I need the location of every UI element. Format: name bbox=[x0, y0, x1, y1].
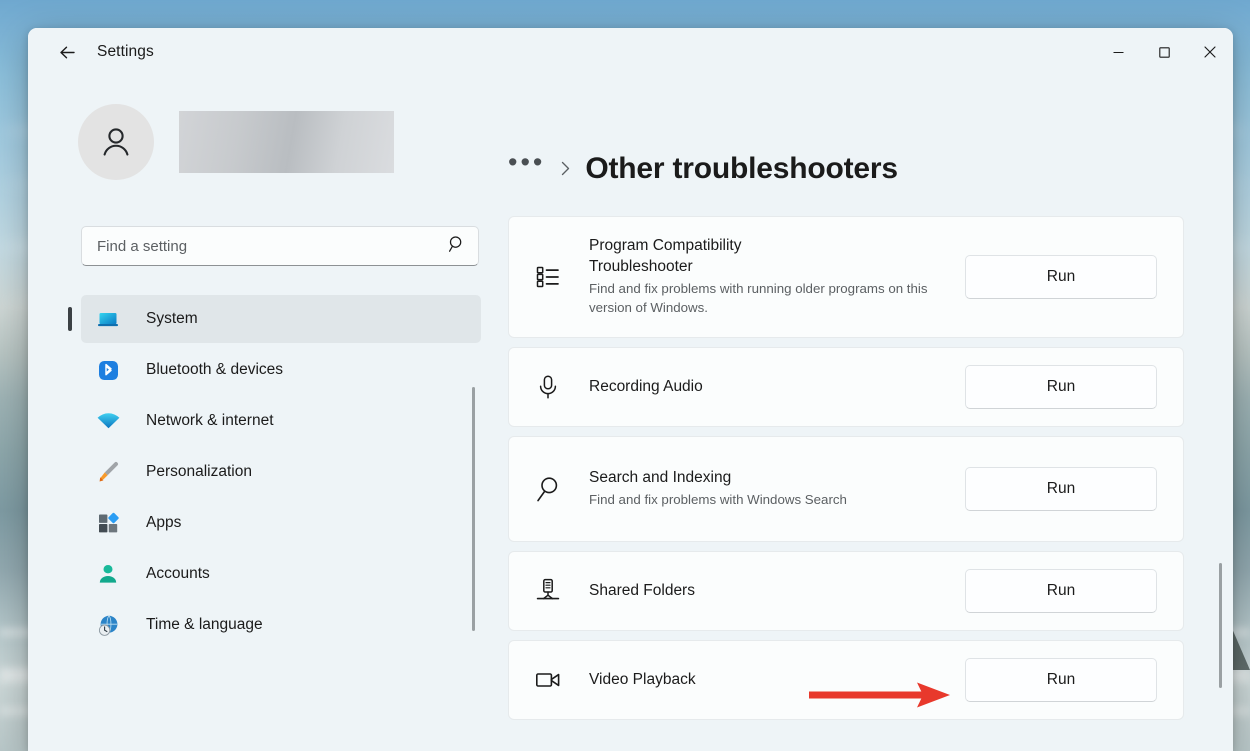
breadcrumb: ••• Other troubleshooters bbox=[508, 149, 1233, 188]
troubleshooter-title: Search and Indexing bbox=[589, 468, 849, 488]
main-scrollbar[interactable] bbox=[1219, 563, 1223, 688]
troubleshooter-text: Video Playback bbox=[589, 670, 965, 690]
system-laptop-icon bbox=[95, 306, 121, 332]
main-content: ••• Other troubleshooters bbox=[508, 76, 1233, 751]
magnifier-icon bbox=[531, 472, 565, 506]
sidebar-item-label: Personalization bbox=[146, 463, 252, 481]
chevron-right-icon bbox=[559, 160, 572, 177]
sidebar-item-accounts[interactable]: Accounts bbox=[81, 550, 481, 598]
accounts-person-icon bbox=[95, 561, 121, 587]
settings-window: Settings bbox=[28, 28, 1233, 751]
window-body: System Bluetooth & devices bbox=[28, 76, 1233, 751]
troubleshooter-text: Recording Audio bbox=[589, 377, 965, 397]
troubleshooter-title: Shared Folders bbox=[589, 581, 849, 601]
sidebar-item-label: Bluetooth & devices bbox=[146, 361, 283, 379]
paintbrush-icon bbox=[95, 459, 121, 485]
close-icon[interactable] bbox=[1187, 28, 1233, 76]
person-avatar-icon bbox=[78, 104, 154, 180]
clock-globe-icon bbox=[95, 612, 121, 638]
title-bar: Settings bbox=[28, 28, 1233, 76]
microphone-icon bbox=[531, 370, 565, 404]
sidebar: System Bluetooth & devices bbox=[28, 76, 508, 751]
troubleshooter-description: Find and fix problems with running older… bbox=[589, 280, 929, 318]
user-profile[interactable] bbox=[78, 104, 508, 180]
maximize-icon[interactable] bbox=[1141, 28, 1187, 76]
sidebar-scrollbar[interactable] bbox=[472, 387, 475, 631]
run-button[interactable]: Run bbox=[965, 365, 1157, 409]
sidebar-item-apps[interactable]: Apps bbox=[81, 499, 481, 547]
checklist-icon bbox=[531, 260, 565, 294]
troubleshooter-text: Program Compatibility Troubleshooter Fin… bbox=[589, 236, 965, 318]
sidebar-navigation: System Bluetooth & devices bbox=[81, 295, 481, 649]
sidebar-item-label: System bbox=[146, 310, 198, 328]
sidebar-item-network-internet[interactable]: Network & internet bbox=[81, 397, 481, 445]
shared-folders-server-icon bbox=[531, 574, 565, 608]
breadcrumb-overflow-button[interactable]: ••• bbox=[508, 149, 545, 188]
sidebar-item-bluetooth-devices[interactable]: Bluetooth & devices bbox=[81, 346, 481, 394]
wifi-icon bbox=[95, 408, 121, 434]
troubleshooter-description: Find and fix problems with Windows Searc… bbox=[589, 491, 929, 510]
profile-name-redacted bbox=[179, 111, 394, 173]
troubleshooter-row: Shared Folders Run bbox=[508, 551, 1184, 631]
troubleshooter-text: Search and Indexing Find and fix problem… bbox=[589, 468, 965, 510]
troubleshooter-text: Shared Folders bbox=[589, 581, 965, 601]
apps-icon bbox=[95, 510, 121, 536]
sidebar-item-label: Accounts bbox=[146, 565, 210, 583]
search-icon[interactable] bbox=[448, 235, 466, 258]
troubleshooter-row: Recording Audio Run bbox=[508, 347, 1184, 427]
search-box[interactable] bbox=[81, 226, 479, 266]
troubleshooter-title: Recording Audio bbox=[589, 377, 849, 397]
sidebar-item-label: Network & internet bbox=[146, 412, 274, 430]
run-button[interactable]: Run bbox=[965, 467, 1157, 511]
run-button[interactable]: Run bbox=[965, 255, 1157, 299]
troubleshooter-list: Program Compatibility Troubleshooter Fin… bbox=[508, 216, 1184, 720]
troubleshooter-title: Program Compatibility Troubleshooter bbox=[589, 236, 849, 277]
page-title: Other troubleshooters bbox=[585, 152, 898, 186]
sidebar-item-time-language[interactable]: Time & language bbox=[81, 601, 481, 649]
bluetooth-icon bbox=[95, 357, 121, 383]
run-button[interactable]: Run bbox=[965, 658, 1157, 702]
back-arrow-icon[interactable] bbox=[47, 35, 87, 69]
sidebar-item-personalization[interactable]: Personalization bbox=[81, 448, 481, 496]
troubleshooter-title: Video Playback bbox=[589, 670, 849, 690]
window-controls bbox=[1095, 28, 1233, 76]
troubleshooter-row: Program Compatibility Troubleshooter Fin… bbox=[508, 216, 1184, 338]
video-camera-icon bbox=[531, 663, 565, 697]
search-input[interactable] bbox=[97, 238, 448, 255]
desktop-wallpaper: Settings bbox=[0, 0, 1250, 751]
sidebar-item-label: Apps bbox=[146, 514, 181, 532]
sidebar-item-label: Time & language bbox=[146, 616, 263, 634]
minimize-icon[interactable] bbox=[1095, 28, 1141, 76]
troubleshooter-row: Search and Indexing Find and fix problem… bbox=[508, 436, 1184, 542]
run-button[interactable]: Run bbox=[965, 569, 1157, 613]
sidebar-item-system[interactable]: System bbox=[81, 295, 481, 343]
troubleshooter-row: Video Playback Run bbox=[508, 640, 1184, 720]
app-title: Settings bbox=[97, 43, 154, 61]
